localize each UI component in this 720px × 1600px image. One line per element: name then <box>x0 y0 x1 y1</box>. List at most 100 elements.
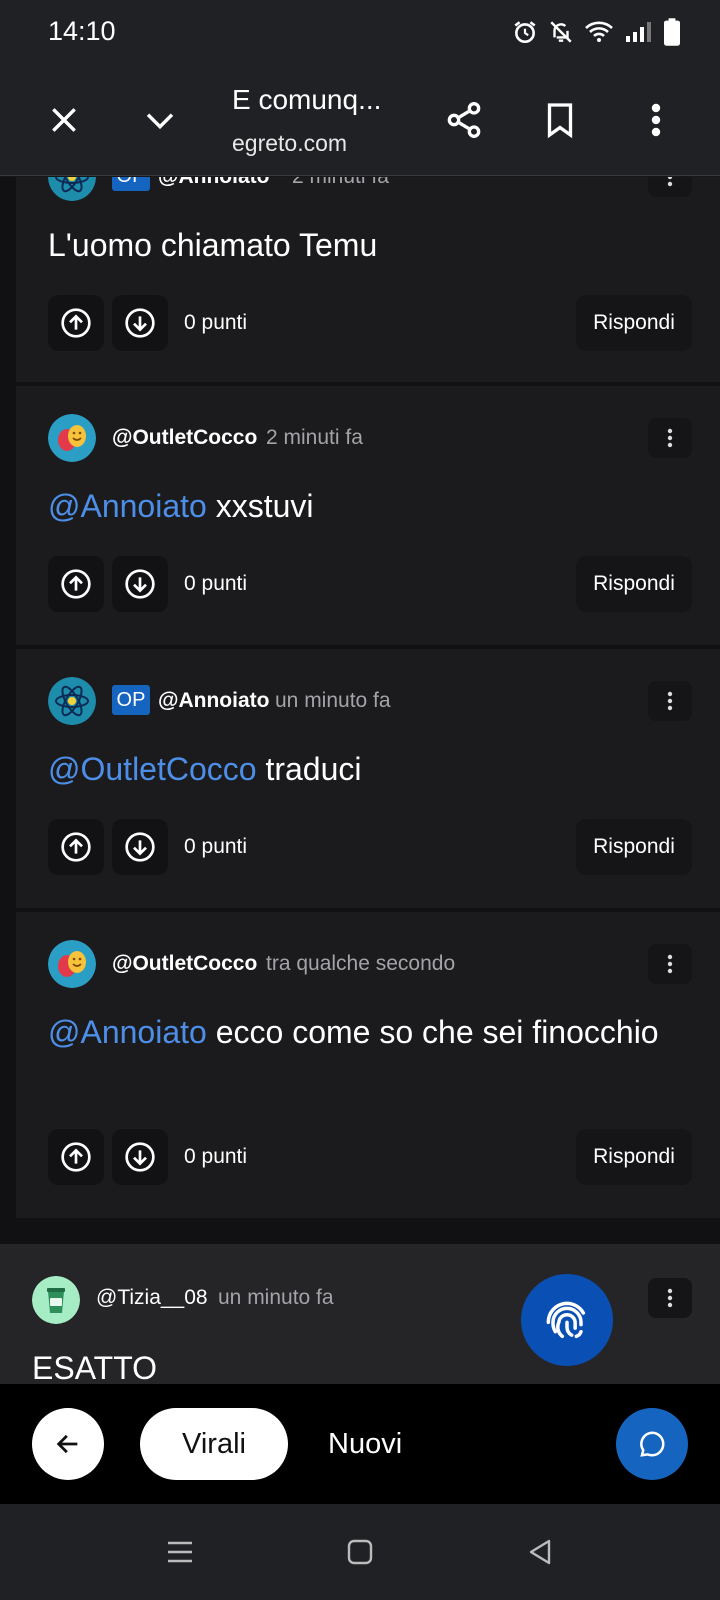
fingerprint-button[interactable] <box>521 1274 613 1366</box>
comments-feed[interactable]: OP @Annoiato 2 minuti fa L'uomo chiamato… <box>0 177 720 1384</box>
comment-time: tra qualche secondo <box>266 952 456 975</box>
status-icons <box>512 14 680 50</box>
reply-button[interactable]: Rispondi <box>576 819 692 875</box>
minimize-button[interactable] <box>132 92 188 148</box>
avatar[interactable] <box>48 677 96 725</box>
reply-button[interactable]: Rispondi <box>576 556 692 612</box>
theater-masks-avatar-icon <box>48 940 96 988</box>
new-comment-button[interactable] <box>616 1408 688 1480</box>
thread-line <box>0 177 16 1242</box>
upvote-button[interactable] <box>48 556 104 612</box>
upvote-button[interactable] <box>48 295 104 351</box>
comment-text: @OutletCocco traduci <box>48 751 362 787</box>
reply-button[interactable]: Rispondi <box>576 1129 692 1185</box>
recent-apps-icon <box>168 1541 192 1563</box>
downvote-button[interactable] <box>112 556 168 612</box>
upvote-button[interactable] <box>48 1129 104 1185</box>
comment-time: 2 minuti fa <box>266 426 363 449</box>
mention-link[interactable]: @Annoiato <box>48 1014 207 1050</box>
mention-link[interactable]: @OutletCocco <box>48 751 257 787</box>
comment-more-button[interactable] <box>648 177 692 197</box>
battery-icon <box>664 18 680 46</box>
mention-link[interactable]: @Annoiato <box>48 488 207 524</box>
system-back-button[interactable] <box>516 1528 564 1576</box>
arrow-left-icon <box>56 1434 78 1454</box>
more-vert-icon <box>667 1288 673 1308</box>
back-triangle-icon <box>529 1539 551 1565</box>
comment: @OutletCocco 2 minuti fa @Annoiato xxstu… <box>16 386 720 645</box>
back-button[interactable] <box>32 1408 104 1480</box>
page-url: egreto.com <box>232 130 348 156</box>
tab-virali[interactable]: Virali <box>140 1408 288 1480</box>
comment-more-button[interactable] <box>648 418 692 458</box>
atom-avatar-icon <box>48 677 96 725</box>
share-icon <box>447 102 481 139</box>
comment-more-button[interactable] <box>648 681 692 721</box>
avatar[interactable] <box>32 1276 80 1324</box>
downvote-button[interactable] <box>112 819 168 875</box>
comment-more-button[interactable] <box>648 944 692 984</box>
op-badge: OP <box>112 177 150 191</box>
op-badge: OP <box>112 685 150 715</box>
arrow-down-circle-icon <box>125 569 155 599</box>
close-tab-button[interactable] <box>36 92 92 148</box>
status-bar: 14:10 <box>0 0 720 64</box>
comment-text: L'uomo chiamato Temu <box>48 227 378 263</box>
downvote-button[interactable] <box>112 1129 168 1185</box>
bottom-bar: Virali Nuovi <box>0 1384 720 1504</box>
arrow-up-circle-icon <box>61 569 91 599</box>
comment: OP @Annoiato un minuto fa @OutletCocco t… <box>16 649 720 908</box>
signal-icon <box>626 22 651 42</box>
home-button[interactable] <box>336 1528 384 1576</box>
more-vert-icon <box>651 103 661 137</box>
comment-author[interactable]: @Annoiato <box>158 177 269 189</box>
comment-author[interactable]: @OutletCocco <box>112 426 257 450</box>
alarm-icon <box>514 21 536 44</box>
tab-nuovi[interactable]: Nuovi <box>328 1408 402 1480</box>
comment-author[interactable]: @Tizia__08 <box>96 1286 208 1310</box>
close-icon <box>52 108 76 132</box>
points-count: 0 punti <box>184 835 248 858</box>
browser-toolbar: E comunq... egreto.com <box>0 64 720 176</box>
comment-text: @Annoiato xxstuvi <box>48 488 314 524</box>
comment-author[interactable]: @OutletCocco <box>112 952 257 976</box>
comment-time: 2 minuti fa <box>292 177 389 189</box>
comment-text: @Annoiato ecco come so che sei finocchio <box>48 1014 659 1050</box>
avatar[interactable] <box>48 940 96 988</box>
avatar[interactable] <box>48 414 96 462</box>
share-button[interactable] <box>436 92 492 148</box>
more-vert-icon <box>667 177 673 187</box>
arrow-up-circle-icon <box>61 308 91 338</box>
fingerprint-icon <box>546 1301 586 1339</box>
points-count: 0 punti <box>184 572 248 595</box>
comment: @OutletCocco tra qualche secondo @Annoia… <box>16 912 720 1218</box>
bookmark-icon <box>547 103 573 139</box>
status-time: 14:10 <box>48 16 116 46</box>
comment-author[interactable]: @Annoiato <box>158 689 269 713</box>
comment-time: un minuto fa <box>275 689 391 712</box>
theater-masks-avatar-icon <box>48 414 96 462</box>
wifi-icon <box>585 21 613 42</box>
coffee-cup-avatar-icon <box>32 1276 80 1324</box>
page-title: E comunq... <box>232 84 382 115</box>
comment-more-button[interactable] <box>648 1278 692 1318</box>
recent-apps-button[interactable] <box>156 1528 204 1576</box>
chat-bubble-icon <box>640 1431 665 1457</box>
reply-button[interactable]: Rispondi <box>576 295 692 351</box>
upvote-button[interactable] <box>48 819 104 875</box>
comment: OP @Annoiato 2 minuti fa L'uomo chiamato… <box>16 177 720 382</box>
more-vert-icon <box>667 428 673 448</box>
points-count: 0 punti <box>184 1145 248 1168</box>
home-square-icon <box>347 1539 373 1565</box>
more-options-button[interactable] <box>628 92 684 148</box>
chevron-down-icon <box>146 113 174 130</box>
arrow-down-circle-icon <box>125 308 155 338</box>
comment-time: un minuto fa <box>218 1286 334 1309</box>
avatar[interactable] <box>48 177 96 201</box>
bookmark-button[interactable] <box>532 92 588 148</box>
more-vert-icon <box>667 954 673 974</box>
more-vert-icon <box>667 691 673 711</box>
downvote-button[interactable] <box>112 295 168 351</box>
arrow-down-circle-icon <box>125 832 155 862</box>
arrow-down-circle-icon <box>125 1142 155 1172</box>
